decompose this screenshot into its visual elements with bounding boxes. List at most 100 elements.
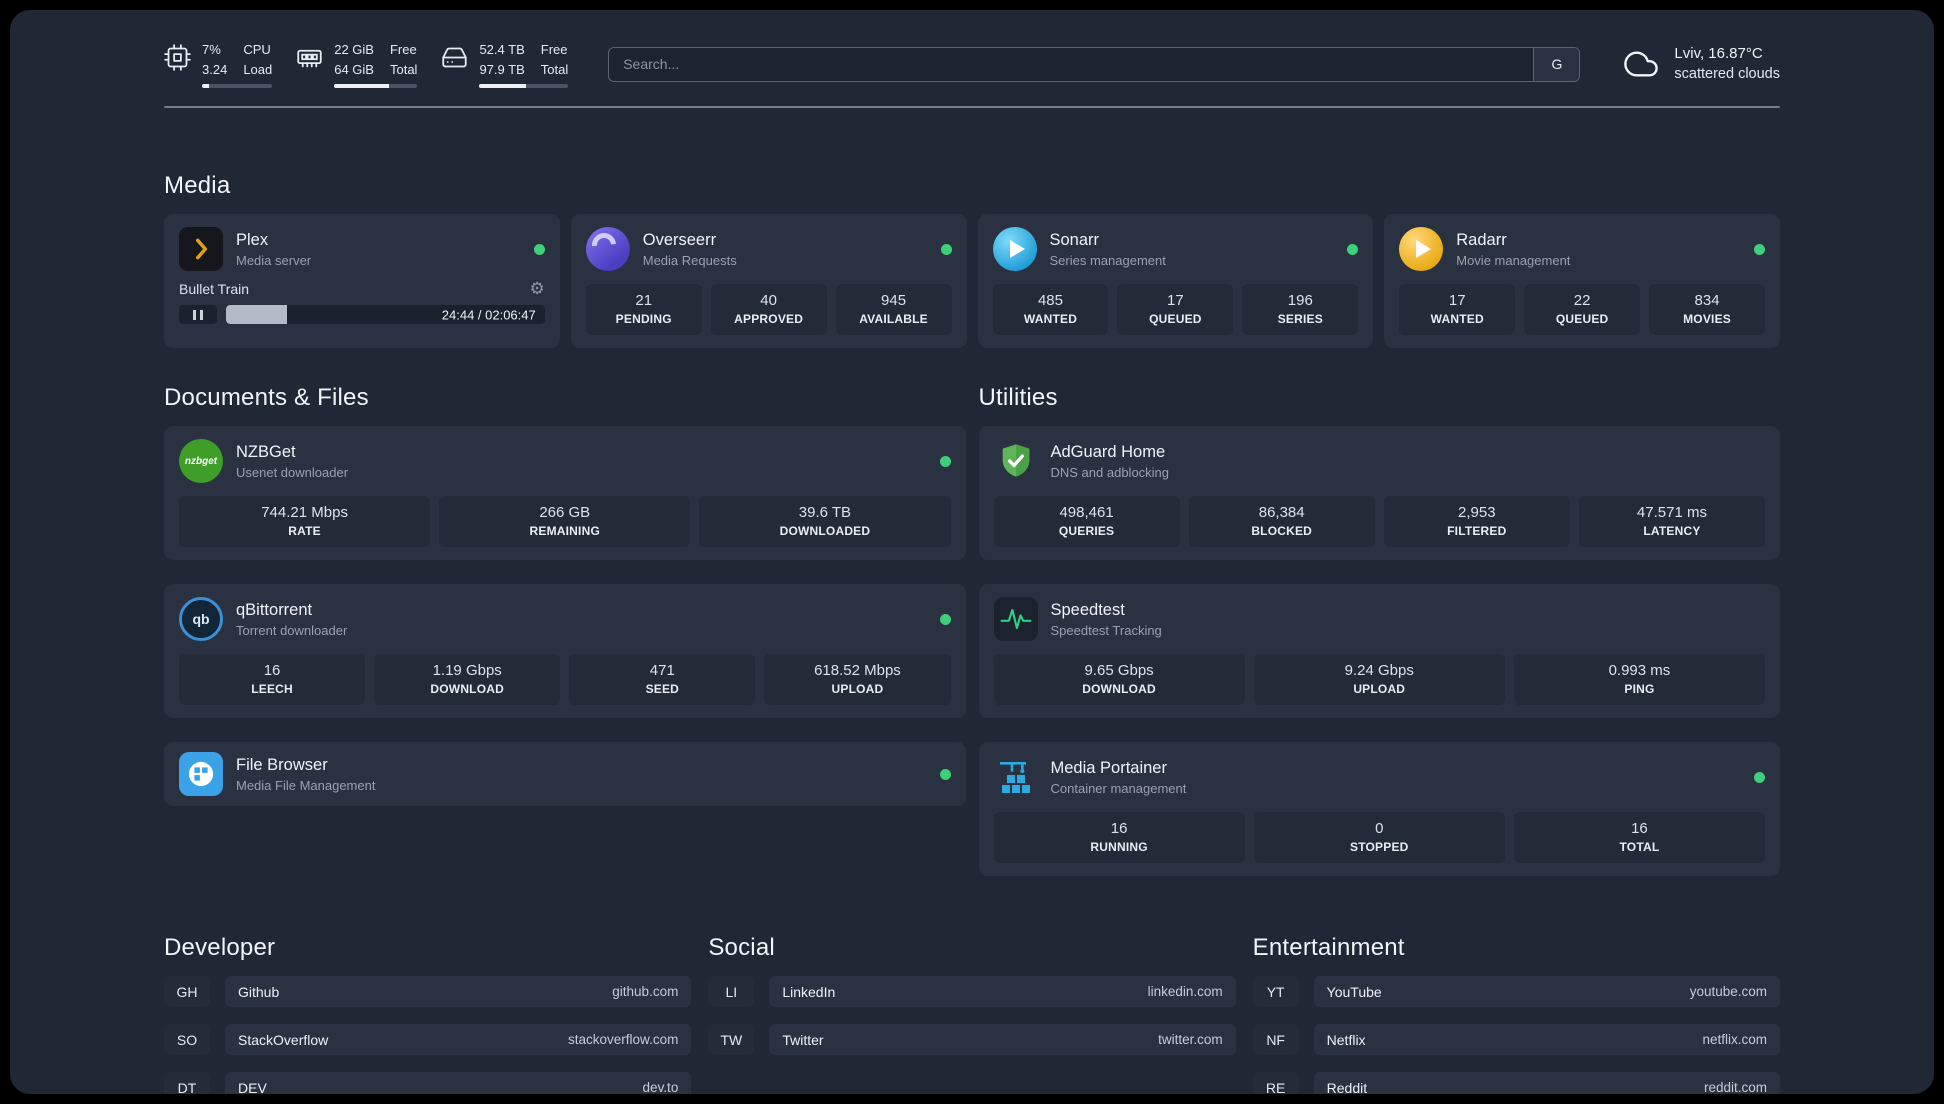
ram-labels: Free Total xyxy=(389,42,418,77)
bookmark-url: dev.to xyxy=(642,1080,679,1094)
stat-value: 39.6 TB xyxy=(798,504,852,521)
stat-value: 17 xyxy=(1167,292,1184,309)
stat-value: 16 xyxy=(263,662,281,679)
stat-value: 485 xyxy=(1037,292,1063,309)
bookmark-item: DT DEV dev.to xyxy=(164,1072,692,1095)
bookmark-link[interactable]: StackOverflow stackoverflow.com xyxy=(225,1024,692,1055)
stat-label: QUEUED xyxy=(1555,312,1609,326)
stat-value: 16 xyxy=(1631,820,1648,837)
stat-box: 0 STOPPED xyxy=(1253,812,1505,863)
bookmark-name: YouTube xyxy=(1326,983,1382,1000)
section-title-documents: Documents & Files xyxy=(164,384,369,411)
section-entertainment: Entertainment YT YouTube youtube.com NF Netf… xyxy=(1252,934,1780,1094)
stat-value: 86,384 xyxy=(1258,504,1305,521)
bookmark-abbr[interactable]: NF xyxy=(1252,1024,1299,1055)
stat-box: 834 MOVIES xyxy=(1649,284,1766,335)
stat-label: TOTAL xyxy=(1619,840,1660,854)
stat-box: 266 GB REMAINING xyxy=(439,496,691,547)
adguard-icon xyxy=(994,439,1038,483)
bookmark-link[interactable]: DEV dev.to xyxy=(225,1072,692,1095)
sonarr-icon xyxy=(992,227,1037,271)
stat-box: 9.65 Gbps DOWNLOAD xyxy=(993,654,1245,705)
portainer-icon xyxy=(994,755,1038,799)
filebrowser-icon xyxy=(179,752,223,796)
card-plex[interactable]: Plex Media server Bullet Train ⚙ 24:44 /… xyxy=(164,214,560,348)
card-overseerr[interactable]: Overseerr Media Requests 21 PENDING 40 APPR… xyxy=(570,214,967,348)
service-name: Media Portainer xyxy=(1050,758,1167,777)
card-portainer[interactable]: Media Portainer Container management 16 R… xyxy=(978,742,1780,876)
card-qbittorrent[interactable]: qb qBittorrent Torrent downloader 16 LEEC… xyxy=(164,584,966,718)
stat-label: AVAILABLE xyxy=(859,312,928,326)
stat-value: 17 xyxy=(1448,292,1466,309)
pause-button[interactable] xyxy=(179,305,217,324)
bookmark-url: reddit.com xyxy=(1703,1080,1767,1094)
card-sonarr[interactable]: Sonarr Series management 485 WANTED 17 QUEU… xyxy=(977,214,1374,348)
stat-box: 1.19 Gbps DOWNLOAD xyxy=(374,654,561,705)
stat-label: WANTED xyxy=(1430,312,1484,326)
qbittorrent-icon: qb xyxy=(179,597,223,641)
service-name: qBittorrent xyxy=(236,600,313,619)
section-title-entertainment: Entertainment xyxy=(1252,934,1405,961)
bookmark-abbr[interactable]: LI xyxy=(708,976,755,1007)
header-divider xyxy=(164,106,1780,108)
service-name: Plex xyxy=(236,230,269,249)
stat-label: MOVIES xyxy=(1683,312,1731,326)
ram-icon xyxy=(297,49,322,68)
bookmark-name: DEV xyxy=(238,1079,267,1095)
bookmark-link[interactable]: Reddit reddit.com xyxy=(1313,1072,1780,1094)
stat-box: 471 SEED xyxy=(569,654,756,705)
cloud-icon xyxy=(1624,51,1659,77)
bookmark-abbr[interactable]: RE xyxy=(1252,1072,1299,1094)
status-dot xyxy=(939,768,951,780)
stat-box: 16 LEECH xyxy=(179,654,366,705)
playback-progress-bar[interactable]: 24:44 / 02:06:47 xyxy=(226,305,545,324)
bookmark-item: SO StackOverflow stackoverflow.com xyxy=(164,1024,692,1055)
service-name: AdGuard Home xyxy=(1050,442,1166,461)
service-subtitle: Media Requests xyxy=(642,252,737,268)
card-adguard[interactable]: AdGuard Home DNS and adblocking 498,461 Q… xyxy=(978,426,1780,560)
service-subtitle: Torrent downloader xyxy=(236,622,348,638)
playback-time: 24:44 / 02:06:47 xyxy=(441,307,536,322)
stat-box: 22 QUEUED xyxy=(1524,284,1641,335)
bookmark-abbr[interactable]: GH xyxy=(164,976,210,1007)
bookmark-item: YT YouTube youtube.com xyxy=(1252,976,1780,1007)
card-speedtest[interactable]: Speedtest Speedtest Tracking 9.65 Gbps DO… xyxy=(978,584,1780,718)
cpu-icon xyxy=(164,44,191,71)
stat-box: 16 TOTAL xyxy=(1513,812,1766,863)
stat-label: QUERIES xyxy=(1058,524,1115,538)
bookmark-link[interactable]: Github github.com xyxy=(225,976,692,1007)
cpu-labels: CPU Load xyxy=(243,42,273,77)
bookmark-name: LinkedIn xyxy=(782,983,836,1000)
bookmark-link[interactable]: YouTube youtube.com xyxy=(1313,976,1780,1007)
stat-box: 498,461 QUERIES xyxy=(993,496,1180,547)
bookmark-abbr[interactable]: SO xyxy=(164,1024,210,1055)
service-subtitle: Usenet downloader xyxy=(236,464,349,480)
now-playing-title: Bullet Train xyxy=(179,280,250,297)
bookmark-abbr[interactable]: YT xyxy=(1252,976,1299,1007)
system-metrics: 7% 3.24 CPU Load 22 GiB 64 GiB Free Total xyxy=(164,40,569,88)
bookmark-link[interactable]: Netflix netflix.com xyxy=(1313,1024,1780,1055)
bookmark-link[interactable]: Twitter twitter.com xyxy=(769,1024,1236,1055)
bookmark-abbr[interactable]: DT xyxy=(164,1072,210,1094)
stat-value: 22 xyxy=(1573,292,1591,309)
stat-value: 2,953 xyxy=(1458,504,1496,521)
stat-value: 834 xyxy=(1694,292,1720,309)
bookmark-name: StackOverflow xyxy=(238,1031,329,1048)
stat-label: REMAINING xyxy=(529,524,600,538)
bookmark-abbr[interactable]: TW xyxy=(708,1024,755,1055)
bookmark-item: RE Reddit reddit.com xyxy=(1252,1072,1780,1094)
service-name: Overseerr xyxy=(642,230,717,249)
search-input[interactable] xyxy=(609,47,1534,81)
weather-location: Lviv, 16.87°C xyxy=(1674,45,1763,63)
ram-values: 22 GiB 64 GiB xyxy=(334,42,374,77)
weather-widget: Lviv, 16.87°C scattered clouds xyxy=(1620,43,1780,84)
card-nzbget[interactable]: nzbget NZBGet Usenet downloader 744.21 M… xyxy=(164,426,966,560)
gear-icon[interactable]: ⚙ xyxy=(530,280,545,297)
cpu-progress-bar xyxy=(202,84,273,88)
stat-label: UPLOAD xyxy=(1353,682,1406,696)
bookmark-link[interactable]: LinkedIn linkedin.com xyxy=(769,976,1236,1007)
search-engine-button[interactable]: G xyxy=(1533,47,1580,81)
card-filebrowser[interactable]: File Browser Media File Management xyxy=(164,742,966,806)
card-radarr[interactable]: Radarr Movie management 17 WANTED 22 QUEUED… xyxy=(1384,214,1780,348)
stat-value: 21 xyxy=(635,292,653,309)
